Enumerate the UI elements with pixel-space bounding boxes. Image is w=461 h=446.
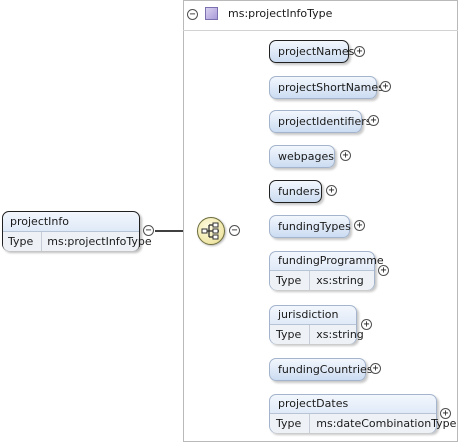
element-name: jurisdiction (278, 308, 339, 321)
expand-fundingprogramme-toggle[interactable]: + (378, 265, 389, 276)
type-value: ms:dateCombinationType (316, 417, 457, 430)
element-type-row: Type ms:dateCombinationType (270, 413, 456, 433)
element-name: projectShortNames (278, 81, 384, 94)
collapse-root-toggle[interactable]: − (143, 225, 154, 236)
element-fundingcountries[interactable]: fundingCountries (269, 358, 373, 381)
root-type-key: Type (3, 232, 43, 251)
element-fundingprogramme[interactable]: fundingProgramme Type xs:string (269, 251, 384, 290)
element-funders[interactable]: funders (269, 180, 322, 203)
element-projectshortnames[interactable]: projectShortNames (269, 76, 384, 99)
complex-type-icon (205, 7, 218, 20)
expand-projectidentifiers-toggle[interactable]: + (368, 115, 379, 126)
expand-webpages-toggle[interactable]: + (340, 150, 351, 161)
element-name: funders (278, 185, 320, 198)
expand-projectnames-toggle[interactable]: + (354, 46, 365, 57)
expand-fundingtypes-toggle[interactable]: + (354, 220, 365, 231)
element-fundingtypes[interactable]: fundingTypes (269, 215, 351, 238)
sequence-compositor[interactable] (197, 217, 225, 245)
expand-projectshortnames-toggle[interactable]: + (380, 81, 391, 92)
type-value: xs:string (316, 274, 364, 287)
type-key: Type (270, 271, 311, 290)
type-key: Type (270, 325, 311, 344)
expand-fundingcountries-toggle[interactable]: + (370, 363, 381, 374)
element-name: fundingTypes (278, 220, 351, 233)
element-name: projectDates (278, 397, 349, 410)
root-element-projectinfo[interactable]: projectInfo Type ms:projectInfoType (2, 211, 152, 251)
root-element-name: projectInfo (10, 215, 69, 228)
expand-projectdates-toggle[interactable]: + (440, 408, 451, 419)
type-value: xs:string (316, 328, 364, 341)
collapse-type-toggle[interactable]: − (187, 9, 198, 20)
element-type-row: Type xs:string (270, 270, 374, 290)
type-key: Type (270, 414, 311, 433)
sequence-icon (201, 222, 219, 240)
expand-funders-toggle[interactable]: + (326, 185, 337, 196)
element-name: webpages (278, 150, 334, 163)
element-projectidentifiers[interactable]: projectIdentifiers (269, 110, 371, 133)
element-jurisdiction[interactable]: jurisdiction Type xs:string (269, 305, 364, 344)
root-element-type-row: Type ms:projectInfoType (3, 231, 152, 251)
expand-jurisdiction-toggle[interactable]: + (361, 319, 372, 330)
complex-type-name: ms:projectInfoType (228, 7, 333, 20)
root-type-value: ms:projectInfoType (47, 235, 152, 248)
element-name: fundingCountries (278, 363, 373, 376)
element-name: projectNames (278, 45, 355, 58)
element-type-row: Type xs:string (270, 324, 364, 344)
element-projectdates[interactable]: projectDates Type ms:dateCombinationType (269, 394, 456, 433)
collapse-sequence-toggle[interactable]: − (229, 225, 240, 236)
element-projectnames[interactable]: projectNames (269, 40, 354, 63)
element-name: projectIdentifiers (278, 115, 372, 128)
complex-type-header-divider (183, 30, 458, 31)
element-name: fundingProgramme (278, 254, 384, 267)
element-webpages[interactable]: webpages (269, 145, 335, 168)
